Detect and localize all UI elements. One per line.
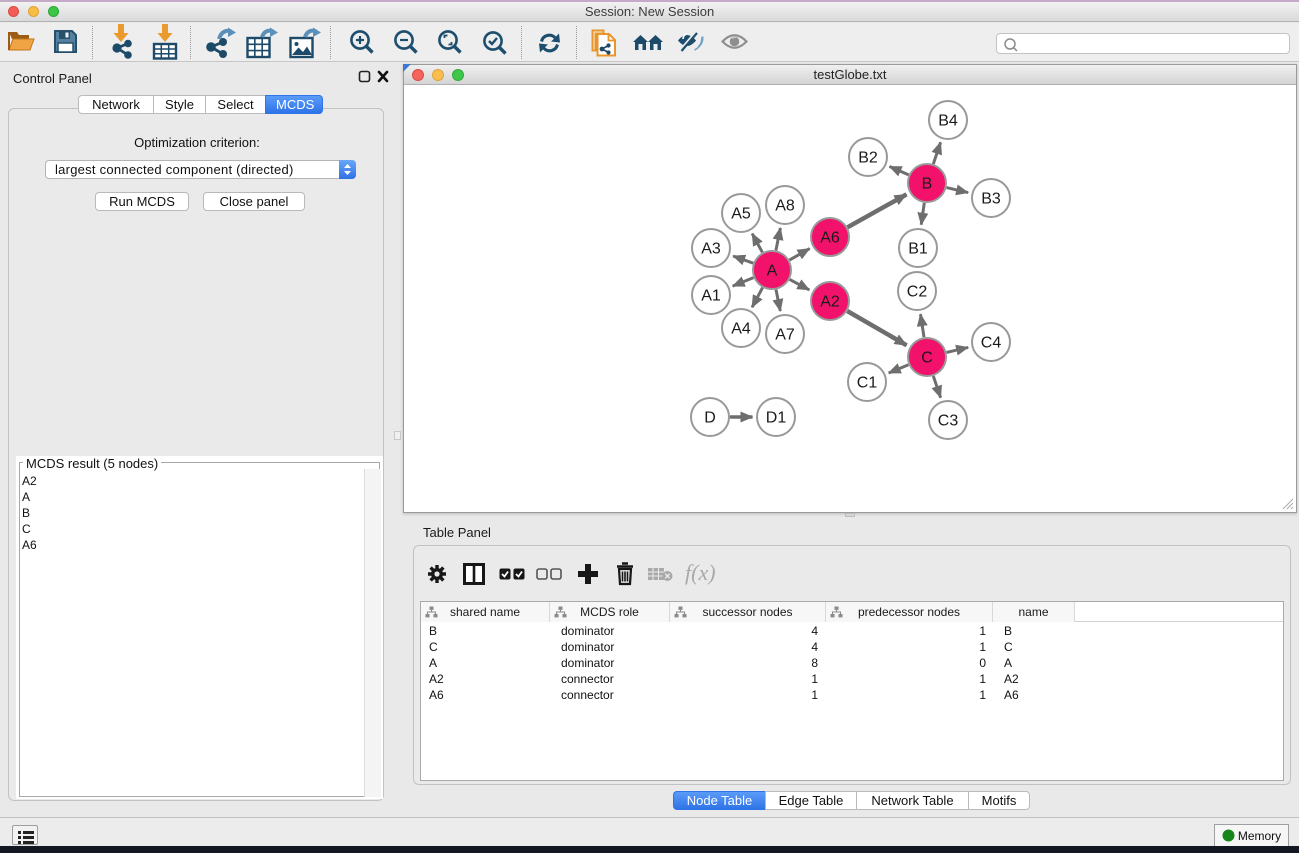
svg-text:C3: C3 [938,413,959,430]
svg-text:D1: D1 [766,410,787,427]
svg-text:B: B [922,176,933,193]
svg-text:A5: A5 [731,206,751,223]
svg-text:A2: A2 [820,294,840,311]
svg-text:C1: C1 [857,375,878,392]
svg-text:A6: A6 [820,230,840,247]
svg-text:A1: A1 [701,288,721,305]
svg-text:A4: A4 [731,321,751,338]
svg-text:A3: A3 [701,241,721,258]
svg-text:D: D [704,410,716,427]
svg-text:B2: B2 [858,150,878,167]
svg-text:C: C [921,350,933,367]
svg-text:B1: B1 [908,241,928,258]
svg-text:A8: A8 [775,198,795,215]
svg-text:C4: C4 [981,335,1002,352]
svg-text:A7: A7 [775,327,795,344]
svg-text:B4: B4 [938,113,958,130]
svg-text:A: A [767,263,778,280]
svg-text:B3: B3 [981,191,1001,208]
svg-text:C2: C2 [907,284,928,301]
